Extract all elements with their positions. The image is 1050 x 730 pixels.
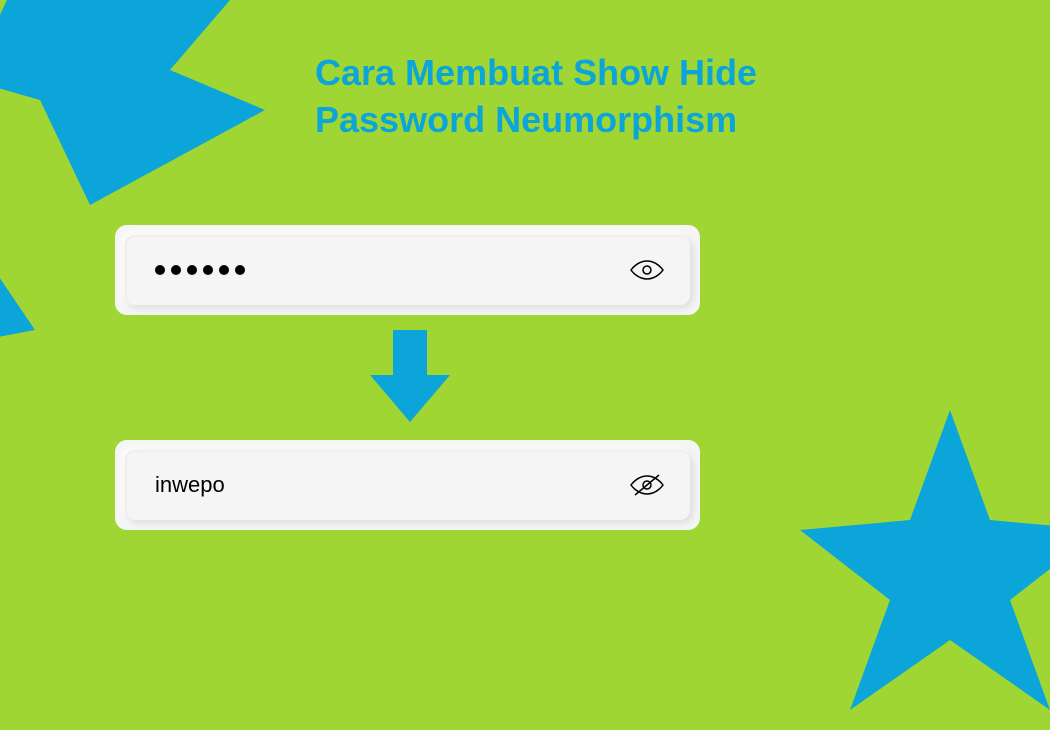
password-dots [145,265,245,275]
password-input-shown[interactable]: inwepo [125,450,690,520]
eye-show-icon[interactable] [629,258,665,282]
password-input-hidden[interactable] [125,235,690,305]
decorative-shape-bottom-right [800,410,1050,730]
arrow-down-icon [365,330,455,425]
password-dot [155,265,165,275]
page-title: Cara Membuat Show Hide Password Neumorph… [315,50,757,144]
password-dot [219,265,229,275]
password-dot [235,265,245,275]
password-input-shown-container: inwepo [115,440,700,530]
decorative-shape-top-left [0,0,270,210]
password-input-hidden-container [115,225,700,315]
password-dot [171,265,181,275]
password-dot [203,265,213,275]
title-line-1: Cara Membuat Show Hide [315,52,757,93]
title-line-2: Password Neumorphism [315,99,737,140]
password-dot [187,265,197,275]
eye-hide-icon[interactable] [629,473,665,497]
decorative-shape-mid-left [0,175,40,355]
password-value: inwepo [145,472,225,498]
